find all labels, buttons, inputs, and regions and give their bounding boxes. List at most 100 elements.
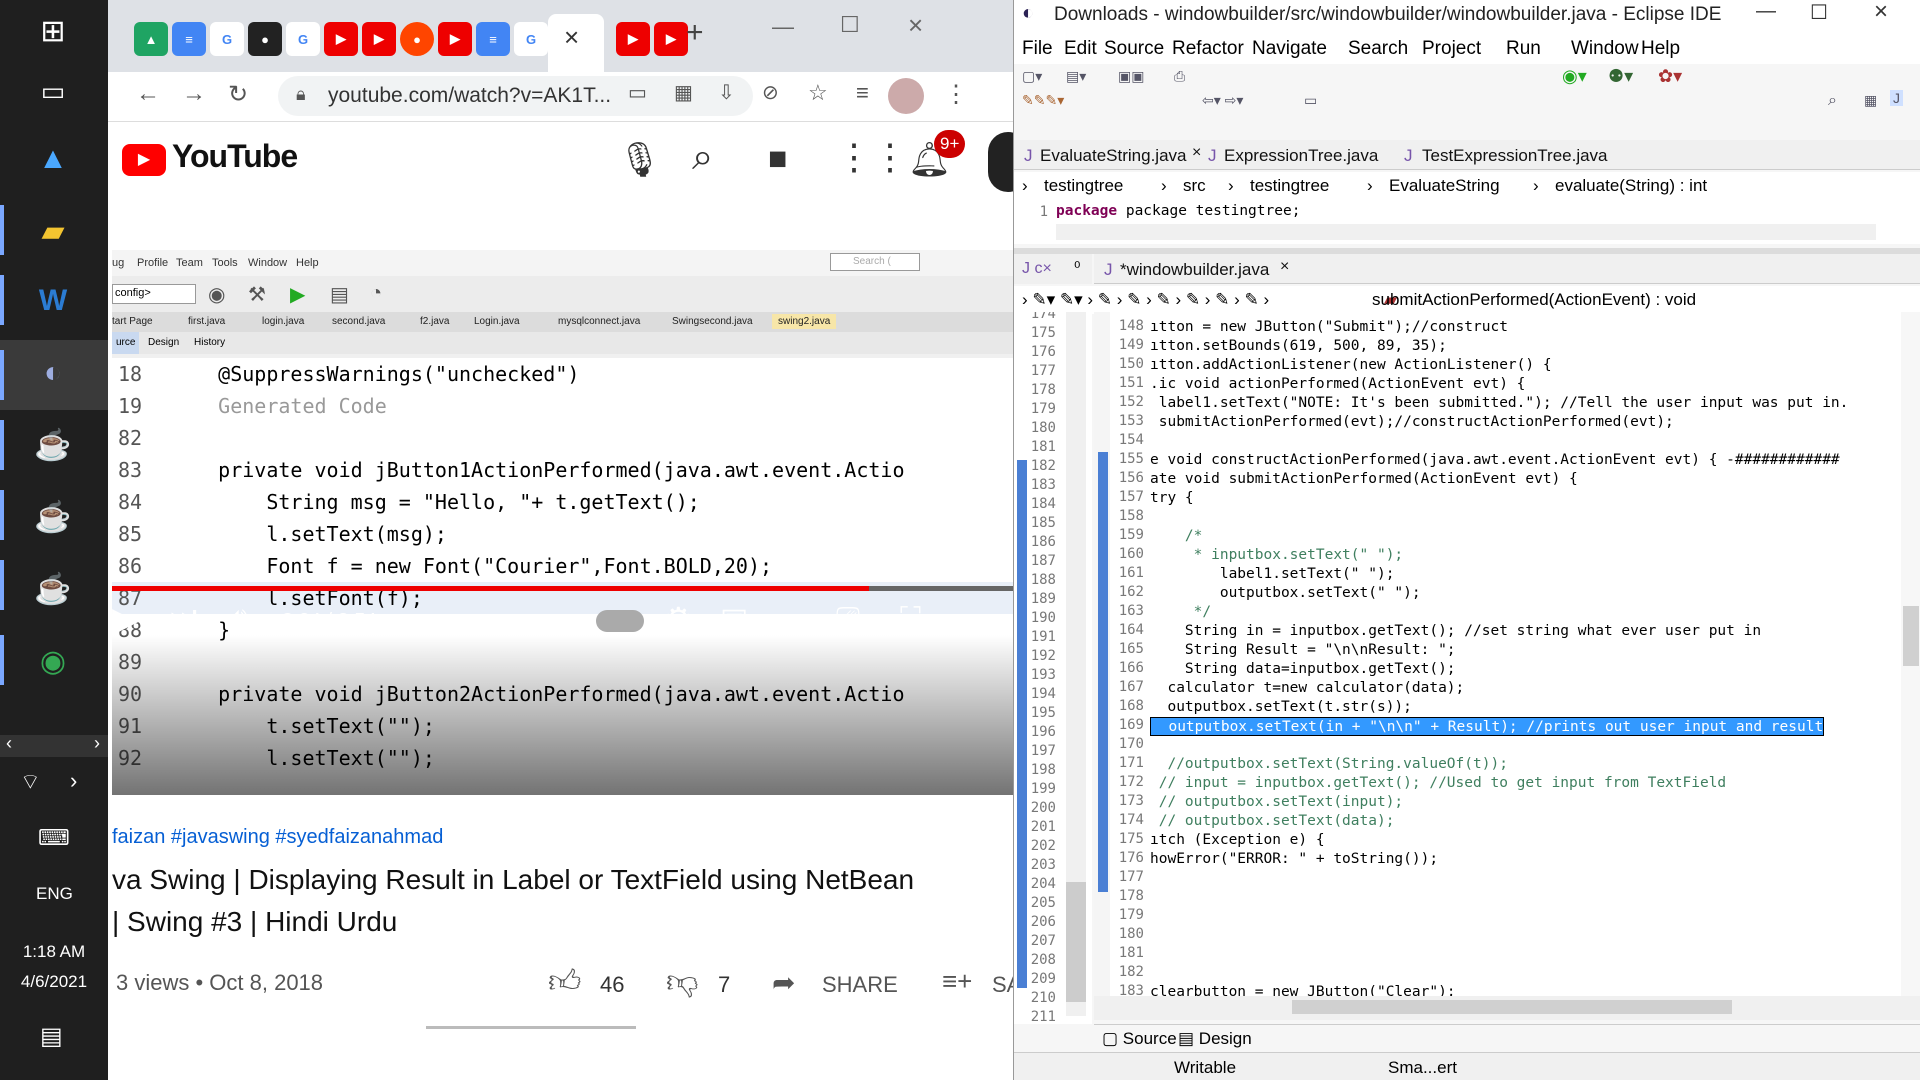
bookmark-star-icon[interactable]: ☆ [808, 80, 828, 106]
file-explorer-icon[interactable]: ▰ [22, 200, 84, 262]
breadcrumb-item[interactable]: testingtree [1250, 176, 1329, 196]
menu-edit[interactable]: Edit [1064, 38, 1097, 60]
fullscreen-icon[interactable]: ⛶ [900, 602, 921, 636]
left-scrollbar[interactable] [1066, 312, 1086, 1016]
volume-icon[interactable]: 🔊︎ [228, 600, 248, 638]
youtube-tab-icon[interactable]: ▶ [616, 22, 650, 56]
account-avatar[interactable] [988, 132, 1013, 192]
java-icon[interactable]: ☕ [22, 414, 84, 476]
tab-expression-tree[interactable]: ExpressionTree.java [1224, 146, 1378, 166]
google-tab-icon[interactable]: G [514, 22, 548, 56]
keyboard-icon[interactable]: ⌨ [38, 825, 70, 851]
close-window-icon[interactable]: × [908, 10, 923, 41]
save-button[interactable]: SAVE [992, 972, 1013, 998]
cast-icon[interactable]: ▭ [628, 80, 647, 105]
network-icon[interactable]: ⌔ [20, 768, 41, 796]
minimize-icon[interactable]: — [1756, 0, 1776, 23]
menu-navigate[interactable]: Navigate [1252, 38, 1327, 60]
tab-test-expression-tree[interactable]: TestExpressionTree.java [1422, 146, 1608, 166]
clock-date[interactable]: 4/6/2021 [0, 972, 108, 992]
eye-off-icon[interactable]: ⊘ [762, 80, 779, 105]
github-tab-icon[interactable]: ● [248, 22, 282, 56]
pin-icon[interactable]: ▭ [1304, 92, 1317, 109]
youtube-tab-icon[interactable]: ▶ [362, 22, 396, 56]
install-icon[interactable]: ⇩ [718, 80, 735, 105]
mic-icon[interactable]: 🎙︎ [618, 140, 661, 180]
active-tab[interactable]: × [548, 14, 604, 72]
menu-help[interactable]: Help [1641, 38, 1680, 60]
create-video-icon[interactable]: ■ [768, 140, 787, 177]
chrome-icon[interactable]: ◉ [22, 630, 84, 692]
breadcrumb-method[interactable]: submitActionPerformed(ActionEvent) : voi… [1372, 290, 1696, 310]
menu-window[interactable]: Window [1571, 38, 1639, 60]
menu-run[interactable]: Run [1506, 38, 1541, 60]
miniplayer-icon[interactable]: ▣ [720, 602, 748, 637]
video-progress-track[interactable] [112, 586, 1013, 591]
taskbar-scroll[interactable]: ‹ › [0, 733, 108, 757]
language-indicator[interactable]: ENG [36, 884, 73, 904]
more-menu-icon[interactable]: ⋮ [944, 80, 968, 109]
task-view-icon[interactable]: ▭ [22, 60, 84, 122]
menu-source[interactable]: Source [1104, 38, 1164, 60]
close-tab-icon[interactable]: × [1192, 144, 1201, 162]
back-icon[interactable]: ← [136, 80, 160, 108]
design-tab[interactable]: ▤ Design [1178, 1029, 1252, 1049]
menu-search[interactable]: Search [1348, 38, 1408, 60]
java-icon[interactable]: ☕ [22, 558, 84, 620]
profile-avatar[interactable] [888, 78, 924, 114]
qr-icon[interactable]: ▦ [674, 80, 693, 105]
youtube-tab-icon[interactable]: ▶ [438, 22, 472, 56]
next-icon[interactable]: ⏭ [170, 600, 197, 634]
close-tab-icon[interactable]: × [1280, 258, 1289, 276]
eclipse-icon[interactable]: ◐ [22, 342, 84, 404]
source-tab[interactable]: ▢ Source [1102, 1029, 1177, 1049]
top-editor[interactable]: 1 package package testingtree; [1014, 200, 1920, 244]
settings-icon[interactable]: ⚙ [664, 600, 693, 638]
youtube-tab-icon[interactable]: ▶ [324, 22, 358, 56]
youtube-tab-icon[interactable]: ▶ [654, 22, 688, 56]
share-icon[interactable]: ➦ [772, 966, 795, 999]
breadcrumb-item[interactable]: EvaluateString [1389, 176, 1500, 196]
media-queue-icon[interactable]: ≡ [856, 80, 869, 106]
maximize-icon[interactable]: ☐ [1810, 0, 1828, 25]
youtube-brand[interactable]: YouTube [172, 138, 298, 175]
run-icon[interactable]: ◉▾ [1562, 66, 1587, 87]
nav-icon[interactable]: ✎✎✎▾ [1022, 92, 1064, 109]
breadcrumb-item[interactable]: src [1183, 176, 1206, 196]
docs-tab-icon[interactable]: ≡ [476, 22, 510, 56]
tab-windowbuilder[interactable]: *windowbuilder.java [1120, 260, 1269, 280]
maximize-icon[interactable]: ☐ [840, 12, 860, 38]
menu-project[interactable]: Project [1422, 38, 1481, 60]
share-button[interactable]: SHARE [822, 972, 898, 998]
top-editor-scrollbar[interactable] [1056, 224, 1876, 240]
forward-icon[interactable]: → [182, 80, 206, 108]
google-tab-icon[interactable]: G [286, 22, 320, 56]
reddit-tab-icon[interactable]: ● [400, 22, 434, 56]
apps-grid-icon[interactable]: ⋮⋮ [836, 136, 908, 178]
search-icon[interactable]: ⌕ [692, 136, 713, 179]
open-icon[interactable]: ▤▾ [1066, 68, 1086, 85]
save-icon[interactable]: ▣▣ [1118, 68, 1144, 85]
perspective-icon[interactable]: ▦ [1864, 92, 1877, 109]
theater-icon[interactable]: ▭ [780, 602, 808, 637]
like-icon[interactable]: 👍︎ [548, 962, 581, 1001]
google-tab-icon[interactable]: G [210, 22, 244, 56]
close-window-icon[interactable]: × [1874, 0, 1888, 26]
cast-icon[interactable]: ⎚ [836, 602, 860, 636]
minimize-icon[interactable]: — [772, 14, 794, 40]
clock-time[interactable]: 1:18 AM [0, 942, 108, 962]
external-tools-icon[interactable]: ✿▾ [1658, 66, 1682, 87]
minimized-view-icon[interactable]: ⁰ [1074, 258, 1080, 278]
breadcrumb-item[interactable]: evaluate(String) : int [1555, 176, 1707, 196]
java-icon[interactable]: ☕ [22, 486, 84, 548]
debug-icon[interactable]: ⚉▾ [1608, 66, 1633, 87]
tab-evaluate-string[interactable]: EvaluateString.java [1040, 146, 1186, 166]
video-player[interactable]: ug Profile Team Tools Window Help Search… [112, 250, 1013, 795]
chevron-right-icon[interactable]: › [70, 768, 77, 794]
new-icon[interactable]: ▢▾ [1022, 68, 1042, 85]
java-perspective-icon[interactable]: J [1890, 90, 1903, 106]
word-icon[interactable]: W [22, 270, 84, 332]
main-editor[interactable]: 148 ıtton = new JButton("Submit");//const… [1094, 312, 1920, 1016]
class-icon[interactable]: J c× [1022, 260, 1052, 278]
drive-tab-icon[interactable]: ▲ [134, 22, 168, 56]
